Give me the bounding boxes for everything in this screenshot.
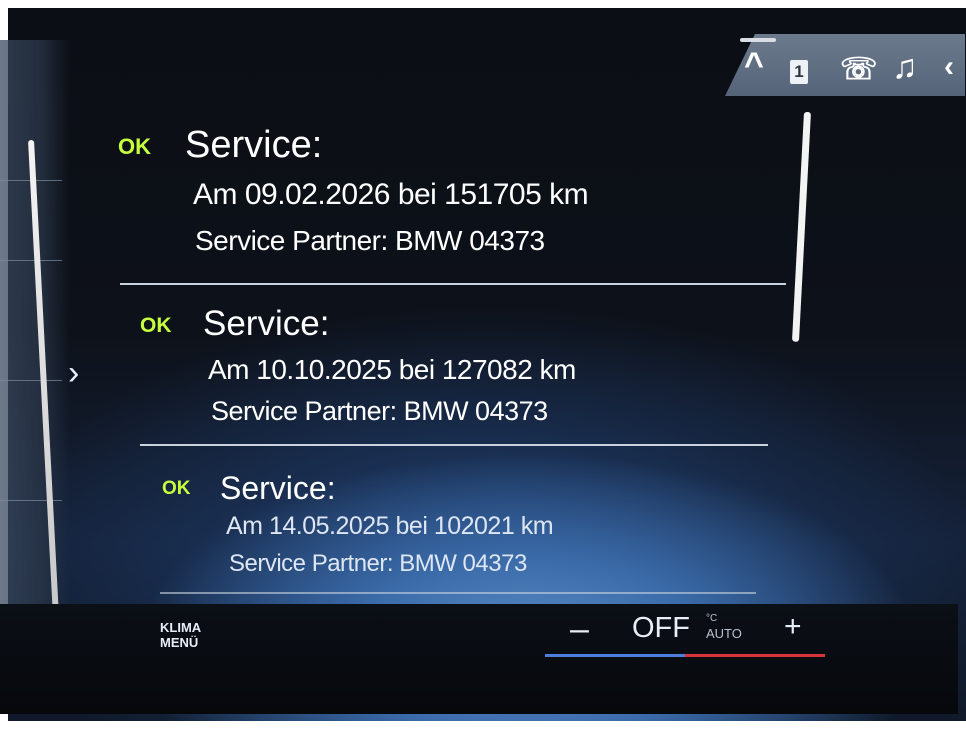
service-date-km: Am 10.10.2025 bei 127082 km bbox=[208, 354, 576, 385]
divider bbox=[160, 592, 756, 594]
service-date-km: Am 09.02.2026 bei 151705 km bbox=[193, 178, 589, 211]
service-partner: Service Partner: BMW 04373 bbox=[195, 225, 545, 256]
service-partner: Service Partner: BMW 04373 bbox=[211, 396, 548, 426]
side-menu-divider bbox=[0, 260, 62, 261]
more-icon[interactable]: ‹ bbox=[944, 50, 954, 84]
temp-unit: °C bbox=[706, 613, 718, 624]
temp-display[interactable]: OFF bbox=[632, 612, 690, 645]
temp-scale-cold bbox=[545, 654, 685, 657]
service-partner: Service Partner: BMW 04373 bbox=[229, 550, 527, 577]
top-bar-handle bbox=[740, 38, 776, 42]
temp-increase-button[interactable]: + bbox=[784, 610, 802, 644]
service-title: Service: bbox=[185, 124, 323, 166]
chevron-right-icon[interactable]: › bbox=[68, 356, 79, 390]
klima-menu-button[interactable]: KLIMA MENÜ bbox=[160, 620, 201, 650]
side-menu-panel bbox=[0, 40, 70, 620]
service-title: Service: bbox=[220, 470, 336, 506]
page-1-icon[interactable]: 1 bbox=[790, 60, 808, 84]
status-badge: OK bbox=[118, 134, 151, 159]
status-badge: OK bbox=[140, 314, 172, 337]
music-icon[interactable]: ♫ bbox=[892, 48, 918, 87]
phone-icon[interactable]: ☏ bbox=[840, 52, 878, 87]
auto-label: AUTO bbox=[706, 626, 742, 641]
menu-label: MENÜ bbox=[160, 635, 199, 650]
divider bbox=[120, 283, 786, 285]
status-badge: OK bbox=[162, 478, 191, 499]
service-title: Service: bbox=[203, 304, 330, 343]
climate-bar bbox=[0, 604, 958, 714]
divider bbox=[140, 444, 768, 446]
klima-label: KLIMA bbox=[160, 620, 202, 635]
service-date-km: Am 14.05.2025 bei 102021 km bbox=[226, 512, 554, 540]
temp-decrease-button[interactable]: – bbox=[570, 610, 589, 649]
temp-scale-warm bbox=[685, 654, 825, 657]
side-menu-divider bbox=[0, 380, 62, 381]
chevron-up-icon[interactable]: ^ bbox=[744, 46, 764, 85]
